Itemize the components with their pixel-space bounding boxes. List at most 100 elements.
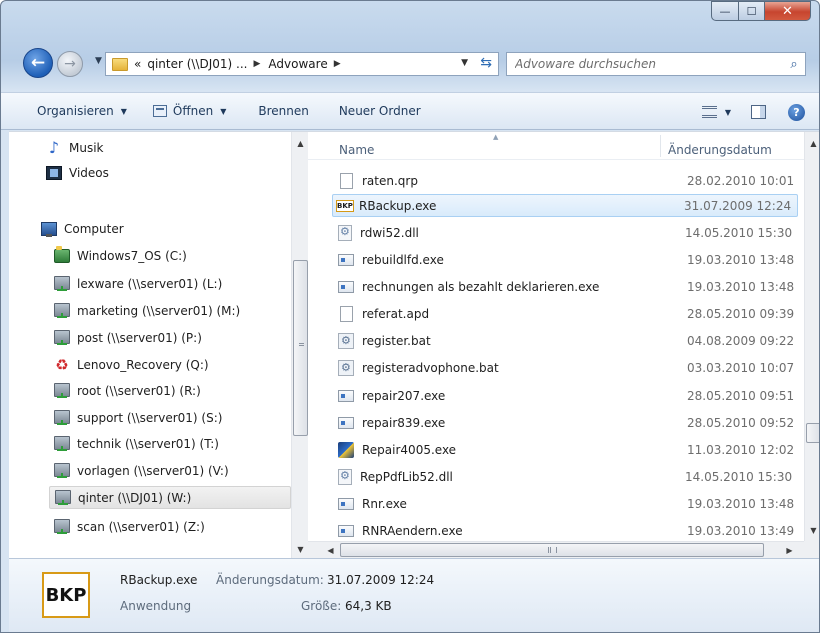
explorer-window: — ☐ ✕ ← → ▼ « qinter (\\DJ01) ... ▶ Advo… [0, 0, 820, 633]
column-header-name[interactable]: Name [339, 143, 374, 157]
help-icon[interactable]: ? [788, 103, 805, 121]
file-date: 28.05.2010 09:52 [687, 415, 795, 430]
nav-item-vorlagen[interactable]: vorlagen (\\server01) (V:) [54, 459, 286, 482]
file-name: rechnungen als bezahlt deklarieren.exe [362, 279, 600, 294]
scrollbar-thumb[interactable] [293, 260, 308, 436]
search-box[interactable]: ⌕ [506, 52, 806, 76]
minimize-button[interactable]: — [711, 1, 739, 21]
file-row[interactable]: registeradvophone.bat 03.03.2010 10:07 [332, 356, 798, 379]
breadcrumb-separator-icon[interactable]: ▶ [254, 59, 261, 69]
scroll-right-icon[interactable]: ▶ [781, 542, 798, 558]
nav-item-label: marketing (\\server01) (M:) [77, 303, 241, 318]
file-list-vertical-scrollbar[interactable]: ▲ ▼ [804, 132, 819, 541]
search-input[interactable] [507, 57, 783, 71]
file-row[interactable]: BKP RBackup.exe 31.07.2009 12:24 [332, 194, 798, 217]
navigation-pane-scrollbar[interactable]: ▲ ▼ [291, 132, 308, 558]
content-area: ♪ Musik Videos Computer Windows7_OS (C:)… [9, 131, 819, 558]
file-row[interactable]: rdwi52.dll 14.05.2010 15:30 [332, 221, 798, 244]
batch-file-icon [338, 359, 354, 376]
file-row[interactable]: rechnungen als bezahlt deklarieren.exe 1… [332, 275, 798, 298]
file-row[interactable]: Repair4005.exe 11.03.2010 12:02 [332, 438, 798, 461]
scroll-left-icon[interactable]: ◀ [322, 542, 339, 558]
document-file-icon [340, 172, 353, 189]
back-button[interactable]: ← [23, 48, 53, 78]
file-name: RBackup.exe [359, 198, 437, 213]
nav-item-scan[interactable]: scan (\\server01) (Z:) [54, 515, 286, 538]
maximize-button[interactable]: ☐ [739, 1, 765, 21]
burn-button[interactable]: Brennen [252, 98, 314, 124]
address-bar[interactable]: « qinter (\\DJ01) ... ▶ Advoware ▶ ▼ ⇆ [105, 52, 499, 76]
nav-item-marketing[interactable]: marketing (\\server01) (M:) [54, 299, 286, 322]
file-name: repair207.exe [362, 388, 446, 403]
scrollbar-thumb[interactable] [806, 423, 819, 443]
breadcrumb-advoware[interactable]: Advoware [268, 57, 327, 71]
file-date: 03.03.2010 10:07 [687, 360, 795, 375]
search-icon[interactable]: ⌕ [783, 57, 805, 72]
file-row[interactable]: RepPdfLib52.dll 14.05.2010 15:30 [332, 465, 798, 488]
music-icon: ♪ [48, 137, 60, 157]
nav-item-lexware[interactable]: lexware (\\server01) (L:) [54, 272, 286, 295]
nav-item-support[interactable]: support (\\server01) (S:) [54, 406, 286, 429]
batch-file-icon [338, 332, 354, 349]
view-options-dropdown-icon[interactable]: ▼ [725, 108, 731, 117]
change-view-icon[interactable] [701, 106, 717, 118]
grip-icon [548, 547, 557, 553]
file-row[interactable]: Rnr.exe 19.03.2010 13:48 [332, 492, 798, 515]
recent-pages-dropdown[interactable]: ▼ [95, 56, 102, 66]
scroll-down-icon[interactable]: ▼ [292, 541, 308, 558]
nav-item-computer[interactable]: Computer [41, 217, 286, 240]
file-list: ▲ Name Änderungsdatum raten.qrp 28.02.20… [308, 132, 819, 558]
column-divider[interactable] [660, 135, 661, 157]
file-date: 14.05.2010 15:30 [685, 469, 793, 484]
file-row[interactable]: register.bat 04.08.2009 09:22 [332, 329, 798, 352]
scroll-up-icon[interactable]: ▲ [805, 135, 819, 152]
file-row[interactable]: raten.qrp 28.02.2010 10:01 [332, 169, 798, 192]
caption-buttons: — ☐ ✕ [711, 1, 811, 23]
file-row[interactable]: repair839.exe 28.05.2010 09:52 [332, 411, 798, 434]
nav-item-label: qinter (\\DJ01) (W:) [78, 490, 192, 505]
document-file-icon [340, 305, 353, 322]
nav-item-lenovo-recovery[interactable]: ♻ Lenovo_Recovery (Q:) [54, 353, 286, 376]
nav-item-post[interactable]: post (\\server01) (P:) [54, 326, 286, 349]
breadcrumb-overflow[interactable]: « [134, 57, 141, 71]
file-row[interactable]: repair207.exe 28.05.2010 09:51 [332, 384, 798, 407]
nav-item-windows7-os[interactable]: Windows7_OS (C:) [54, 244, 286, 267]
forward-button[interactable]: → [57, 51, 83, 77]
computer-icon [41, 221, 57, 237]
address-dropdown-icon[interactable]: ▼ [461, 58, 468, 68]
nav-item-root[interactable]: root (\\server01) (R:) [54, 379, 286, 402]
nav-item-label: vorlagen (\\server01) (V:) [77, 463, 229, 478]
nav-item-videos[interactable]: Videos [46, 161, 286, 184]
breadcrumb-qinter[interactable]: qinter (\\DJ01) ... [147, 57, 247, 71]
file-row[interactable]: RNRAendern.exe 19.03.2010 13:49 [332, 519, 798, 542]
column-header-date[interactable]: Änderungsdatum [668, 143, 772, 157]
network-drive-icon [55, 489, 71, 505]
file-list-horizontal-scrollbar[interactable]: ◀ ▶ [308, 541, 804, 558]
new-folder-button[interactable]: Neuer Ordner [333, 98, 427, 124]
nav-item-technik[interactable]: technik (\\server01) (T:) [54, 432, 286, 455]
details-modified-value[interactable]: 31.07.2009 12:24 [327, 573, 434, 587]
nav-item-qinter[interactable]: qinter (\\DJ01) (W:) [49, 486, 291, 509]
details-size-value: 64,3 KB [345, 599, 392, 613]
exe-file-icon [338, 389, 354, 402]
open-button[interactable]: Öffnen ▼ [147, 98, 232, 124]
organize-button[interactable]: Organisieren ▼ [31, 98, 133, 124]
file-name: rebuildlfd.exe [362, 252, 444, 267]
file-row[interactable]: rebuildlfd.exe 19.03.2010 13:48 [332, 248, 798, 271]
preview-pane-icon[interactable] [751, 105, 766, 119]
dll-file-icon [338, 224, 352, 241]
refresh-icon[interactable]: ⇆ [480, 55, 492, 71]
nav-item-label: root (\\server01) (R:) [77, 383, 201, 398]
file-name: RepPdfLib52.dll [360, 469, 453, 484]
nav-item-musik[interactable]: ♪ Musik [46, 136, 286, 159]
scroll-down-icon[interactable]: ▼ [805, 522, 819, 539]
file-name: register.bat [362, 333, 431, 348]
file-row[interactable]: referat.apd 28.05.2010 09:39 [332, 302, 798, 325]
file-date: 19.03.2010 13:48 [687, 279, 795, 294]
breadcrumb-separator-icon[interactable]: ▶ [334, 59, 341, 69]
scrollbar-thumb[interactable] [340, 543, 764, 557]
navigation-row: ← → ▼ « qinter (\\DJ01) ... ▶ Advoware ▶… [1, 43, 819, 83]
close-button[interactable]: ✕ [765, 1, 811, 21]
scroll-up-icon[interactable]: ▲ [292, 135, 308, 152]
nav-item-label: Windows7_OS (C:) [77, 248, 187, 263]
